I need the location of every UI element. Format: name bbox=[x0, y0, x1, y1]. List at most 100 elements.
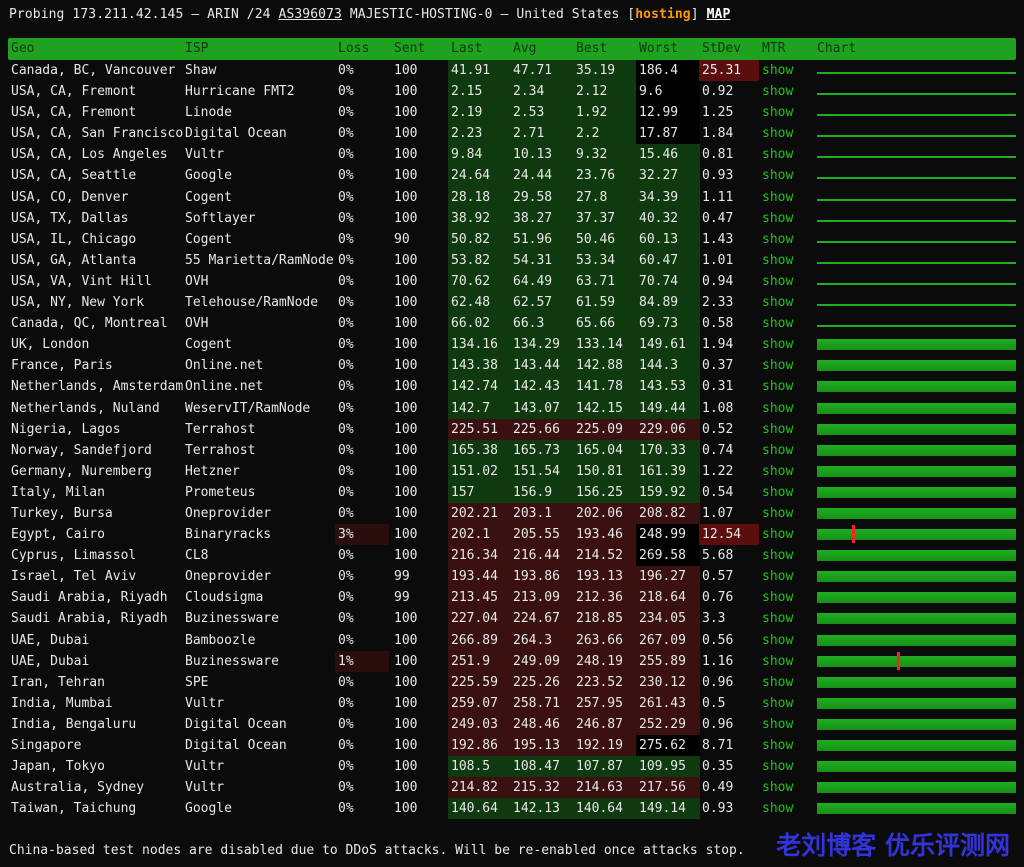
cell-loss: 0% bbox=[338, 484, 354, 500]
mtr-show-link[interactable]: show bbox=[762, 714, 793, 735]
cell-worst: 255.89 bbox=[639, 653, 686, 669]
cell-geo: Turkey, Bursa bbox=[11, 505, 113, 521]
latency-sparkline bbox=[817, 697, 1016, 709]
mtr-show-link[interactable]: show bbox=[762, 461, 793, 482]
cell-isp: Google bbox=[185, 168, 232, 184]
cell-worst: 269.58 bbox=[639, 548, 686, 564]
cell-sent: 100 bbox=[394, 527, 418, 543]
cell-avg: 216.44 bbox=[513, 548, 560, 564]
mtr-show-link[interactable]: show bbox=[762, 292, 793, 313]
cell-geo: Canada, QC, Montreal bbox=[11, 316, 168, 332]
mtr-show-link[interactable]: show bbox=[762, 250, 793, 271]
mtr-show-link[interactable]: show bbox=[762, 229, 793, 250]
mtr-show-link[interactable]: show bbox=[762, 798, 793, 819]
mtr-show-link[interactable]: show bbox=[762, 123, 793, 144]
mtr-show-link[interactable]: show bbox=[762, 608, 793, 629]
latency-sparkline bbox=[817, 72, 1016, 74]
table-row: Egypt, Cairo Binaryracks 3% 100 202.1 205.55 1… bbox=[8, 524, 1016, 546]
cell-stdev: 1.07 bbox=[702, 505, 734, 521]
cell-geo: UK, London bbox=[11, 337, 90, 353]
cell-loss: 0% bbox=[338, 611, 354, 627]
cell-best: 263.66 bbox=[576, 632, 623, 648]
mtr-show-link[interactable]: show bbox=[762, 271, 793, 292]
mtr-show-link[interactable]: show bbox=[762, 165, 793, 186]
cell-geo: USA, CA, Fremont bbox=[11, 105, 137, 121]
cell-stdev: 1.84 bbox=[702, 126, 734, 142]
mtr-show-link[interactable]: show bbox=[762, 102, 793, 123]
cell-last: 213.45 bbox=[451, 590, 498, 606]
latency-sparkline bbox=[817, 444, 1016, 456]
mtr-show-link[interactable]: show bbox=[762, 545, 793, 566]
mtr-show-link[interactable]: show bbox=[762, 630, 793, 651]
asn-link[interactable]: AS396073 bbox=[279, 7, 342, 22]
table-body: Canada, BC, Vancouver Shaw 0% 100 41.91 47.71… bbox=[8, 60, 1016, 820]
cell-best: 246.87 bbox=[576, 716, 623, 732]
mtr-show-link[interactable]: show bbox=[762, 60, 793, 81]
map-link[interactable]: MAP bbox=[707, 7, 731, 22]
mtr-show-link[interactable]: show bbox=[762, 208, 793, 229]
latency-sparkline bbox=[817, 339, 1016, 351]
cell-last: 249.03 bbox=[451, 716, 498, 732]
cell-loss: 0% bbox=[338, 505, 354, 521]
mtr-show-link[interactable]: show bbox=[762, 756, 793, 777]
col-geo: Geo bbox=[11, 41, 35, 56]
cell-best: 193.46 bbox=[576, 527, 623, 543]
cell-best: 50.46 bbox=[576, 231, 616, 247]
cell-best: 212.36 bbox=[576, 590, 623, 606]
mtr-show-link[interactable]: show bbox=[762, 398, 793, 419]
mtr-show-link[interactable]: show bbox=[762, 735, 793, 756]
mtr-show-link[interactable]: show bbox=[762, 482, 793, 503]
cell-avg: 224.67 bbox=[513, 611, 560, 627]
cell-stdev: 2.33 bbox=[702, 295, 734, 311]
mtr-show-link[interactable]: show bbox=[762, 376, 793, 397]
latency-sparkline bbox=[817, 651, 1016, 670]
col-worst: Worst bbox=[639, 41, 679, 56]
cell-avg: 264.3 bbox=[513, 632, 553, 648]
mtr-show-link[interactable]: show bbox=[762, 587, 793, 608]
cell-sent: 100 bbox=[394, 695, 418, 711]
cell-best: 193.13 bbox=[576, 569, 623, 585]
cell-last: 151.02 bbox=[451, 463, 498, 479]
mtr-show-link[interactable]: show bbox=[762, 144, 793, 165]
mtr-show-link[interactable]: show bbox=[762, 334, 793, 355]
mtr-show-link[interactable]: show bbox=[762, 81, 793, 102]
cell-best: 257.95 bbox=[576, 695, 623, 711]
latency-sparkline bbox=[817, 402, 1016, 414]
cell-sent: 100 bbox=[394, 759, 418, 775]
mtr-show-link[interactable]: show bbox=[762, 355, 793, 376]
mtr-show-link[interactable]: show bbox=[762, 693, 793, 714]
cell-stdev: 0.81 bbox=[702, 147, 734, 163]
cell-last: 225.59 bbox=[451, 674, 498, 690]
cell-worst: 229.06 bbox=[639, 421, 686, 437]
cell-geo: USA, NY, New York bbox=[11, 295, 145, 311]
latency-sparkline bbox=[817, 219, 1016, 222]
cell-avg: 225.26 bbox=[513, 674, 560, 690]
mtr-show-link[interactable]: show bbox=[762, 524, 793, 545]
cell-best: 27.8 bbox=[576, 189, 608, 205]
cell-last: 140.64 bbox=[451, 801, 498, 817]
mtr-show-link[interactable]: show bbox=[762, 566, 793, 587]
cell-stdev: 0.47 bbox=[702, 210, 734, 226]
cell-sent: 99 bbox=[394, 569, 410, 585]
mtr-show-link[interactable]: show bbox=[762, 419, 793, 440]
table-row: USA, VA, Vint Hill OVH 0% 100 70.62 64.49 63.7… bbox=[8, 270, 1016, 293]
mtr-show-link[interactable]: show bbox=[762, 187, 793, 208]
latency-sparkline bbox=[817, 571, 1016, 583]
mtr-show-link[interactable]: show bbox=[762, 440, 793, 461]
mtr-show-link[interactable]: show bbox=[762, 777, 793, 798]
cell-worst: 161.39 bbox=[639, 463, 686, 479]
cell-isp: Digital Ocean bbox=[185, 738, 287, 753]
mtr-show-link[interactable]: show bbox=[762, 313, 793, 334]
cell-stdev: 0.57 bbox=[702, 569, 734, 585]
cell-avg: 24.44 bbox=[513, 168, 553, 184]
cell-worst: 15.46 bbox=[639, 147, 679, 163]
col-mtr: MTR bbox=[762, 41, 786, 56]
cell-worst: 60.47 bbox=[639, 252, 679, 268]
cell-loss: 0% bbox=[338, 590, 354, 606]
mtr-show-link[interactable]: show bbox=[762, 651, 793, 672]
cell-avg: 38.27 bbox=[513, 210, 553, 226]
cell-geo: Nigeria, Lagos bbox=[11, 421, 121, 437]
mtr-show-link[interactable]: show bbox=[762, 672, 793, 693]
latency-sparkline bbox=[817, 261, 1016, 264]
mtr-show-link[interactable]: show bbox=[762, 503, 793, 524]
